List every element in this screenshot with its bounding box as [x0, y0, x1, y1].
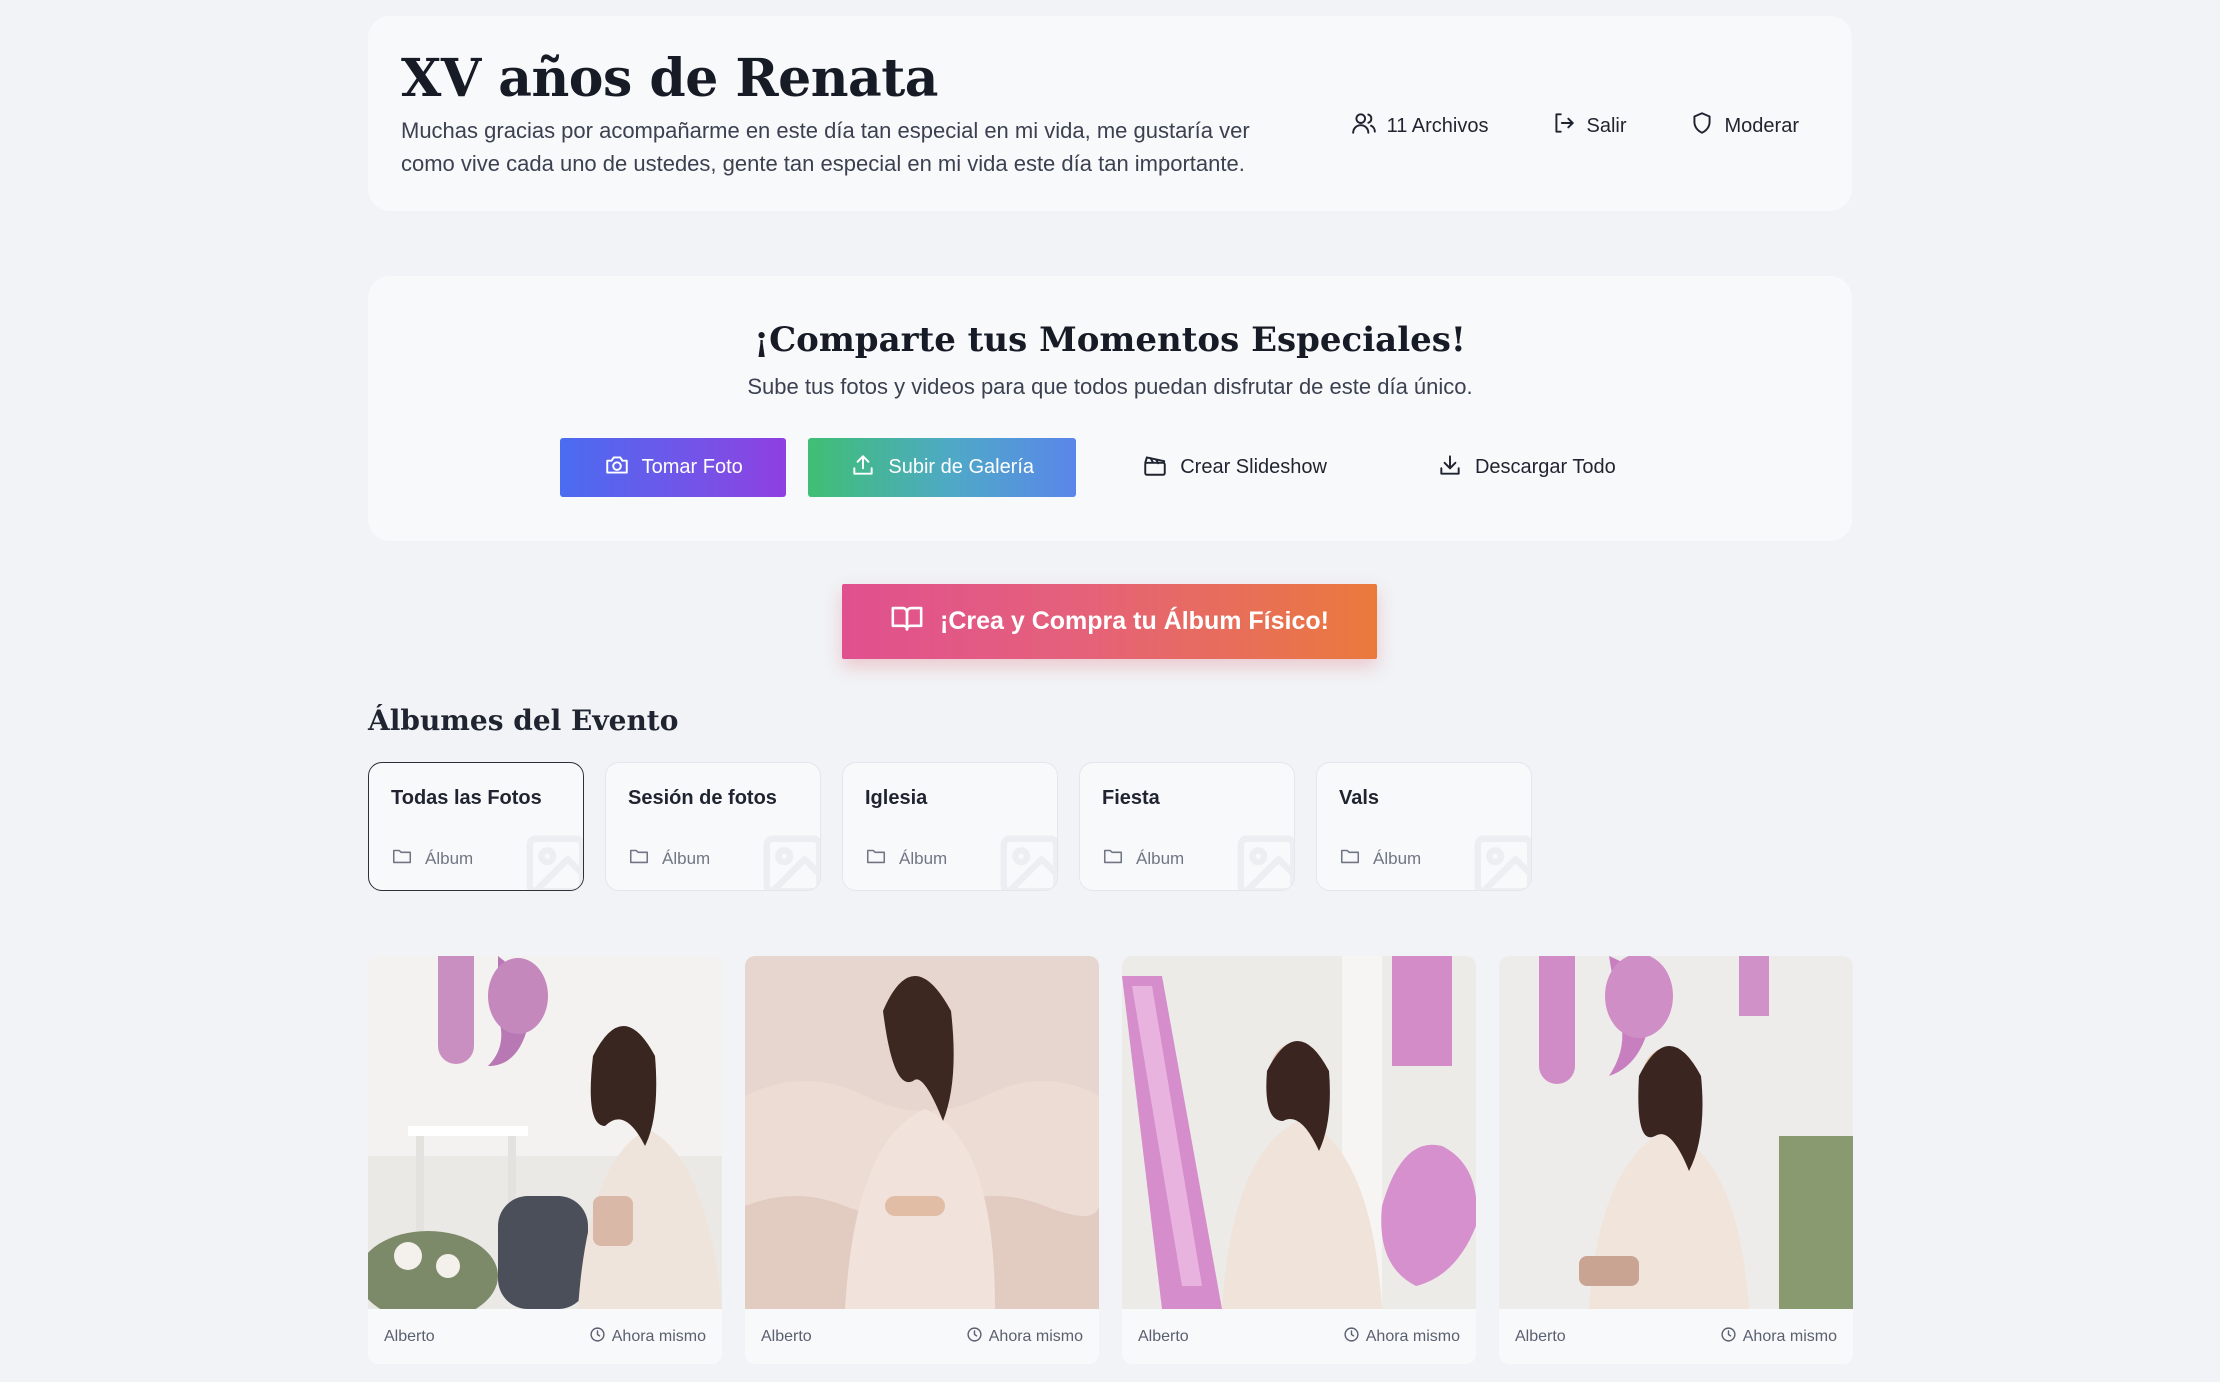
folder-icon	[1102, 845, 1124, 872]
photo-time-label: Ahora mismo	[1742, 1327, 1837, 1345]
image-placeholder-icon	[521, 830, 583, 890]
logout-icon	[1551, 110, 1577, 142]
photo-card[interactable]: Alberto Ahora mismo	[1499, 956, 1853, 1364]
upload-actions: Tomar Foto Subir de Galería Crear Slides…	[368, 438, 1852, 497]
users-icon	[1351, 110, 1377, 142]
logout-label: Salir	[1586, 114, 1627, 137]
upload-subtitle: Sube tus fotos y videos para que todos p…	[747, 374, 1473, 399]
folder-icon	[865, 845, 887, 872]
image-placeholder-icon	[758, 830, 820, 890]
folder-icon	[391, 845, 413, 872]
album-list: Todas las Fotos Álbum Sesión de fotos Ál…	[368, 762, 1532, 891]
photo-author: Alberto	[1138, 1327, 1189, 1345]
album-name: Sesión de fotos	[628, 787, 777, 809]
photo-card[interactable]: Alberto Ahora mismo	[1122, 956, 1476, 1364]
event-title: XV años de Renata	[401, 48, 938, 109]
album-card-sesion-de-fotos[interactable]: Sesión de fotos Álbum	[605, 762, 821, 891]
clock-icon	[589, 1326, 606, 1348]
album-card-todas-las-fotos[interactable]: Todas las Fotos Álbum	[368, 762, 584, 891]
photo-footer: Alberto Ahora mismo	[1499, 1309, 1853, 1364]
photo-footer: Alberto Ahora mismo	[1122, 1309, 1476, 1364]
photo-author: Alberto	[761, 1327, 812, 1345]
header-actions: 11 Archivos Salir Moderar	[1332, 96, 1817, 156]
album-meta: Álbum	[865, 845, 947, 872]
clapperboard-icon	[1142, 452, 1168, 484]
logout-button[interactable]: Salir	[1532, 96, 1645, 156]
download-all-button[interactable]: Descargar Todo	[1392, 438, 1660, 497]
upload-gallery-label: Subir de Galería	[888, 456, 1035, 478]
image-placeholder-icon	[995, 830, 1057, 890]
photo-time-label: Ahora mismo	[988, 1327, 1083, 1345]
photo-footer: Alberto Ahora mismo	[368, 1309, 722, 1364]
clock-icon	[1720, 1326, 1737, 1348]
album-type: Álbum	[1373, 848, 1422, 868]
photo-author: Alberto	[1515, 1327, 1566, 1345]
photo-card[interactable]: Alberto Ahora mismo	[745, 956, 1099, 1364]
upload-section: ¡Comparte tus Momentos Especiales! Sube …	[368, 276, 1852, 541]
upload-title: ¡Comparte tus Momentos Especiales!	[754, 320, 1466, 360]
camera-icon	[604, 452, 630, 484]
slideshow-button[interactable]: Crear Slideshow	[1098, 438, 1371, 497]
photo-footer: Alberto Ahora mismo	[745, 1309, 1099, 1364]
album-type: Álbum	[425, 848, 474, 868]
download-icon	[1437, 452, 1463, 484]
album-meta: Álbum	[1102, 845, 1184, 872]
album-meta: Álbum	[391, 845, 473, 872]
event-header: XV años de Renata Muchas gracias por aco…	[368, 16, 1852, 211]
album-type: Álbum	[662, 848, 711, 868]
photo-image[interactable]	[1122, 956, 1476, 1309]
album-meta: Álbum	[628, 845, 710, 872]
album-name: Todas las Fotos	[391, 787, 542, 809]
slideshow-label: Crear Slideshow	[1180, 456, 1327, 478]
clock-icon	[1343, 1326, 1360, 1348]
photo-image[interactable]	[1499, 956, 1853, 1309]
album-name: Vals	[1339, 787, 1380, 809]
image-placeholder-icon	[1232, 830, 1294, 890]
photo-image[interactable]	[745, 956, 1099, 1309]
folder-icon	[628, 845, 650, 872]
photo-image[interactable]	[368, 956, 722, 1309]
event-description: Muchas gracias por acompañarme en este d…	[401, 118, 1250, 176]
photo-grid: Alberto Ahora mismo Alberto Ahora mismo …	[368, 956, 1853, 1364]
files-button[interactable]: 11 Archivos	[1332, 96, 1507, 156]
moderate-label: Moderar	[1724, 114, 1799, 137]
take-photo-button[interactable]: Tomar Foto	[560, 438, 787, 497]
photo-time: Ahora mismo	[966, 1326, 1083, 1348]
book-open-icon	[890, 601, 924, 642]
download-all-label: Descargar Todo	[1474, 456, 1616, 478]
album-name: Iglesia	[865, 787, 928, 809]
photo-card[interactable]: Alberto Ahora mismo	[368, 956, 722, 1364]
album-meta: Álbum	[1339, 845, 1421, 872]
shield-icon	[1689, 110, 1715, 142]
take-photo-label: Tomar Foto	[641, 456, 743, 478]
album-card-iglesia[interactable]: Iglesia Álbum	[842, 762, 1058, 891]
photo-time-label: Ahora mismo	[1365, 1327, 1460, 1345]
photo-time: Ahora mismo	[1343, 1326, 1460, 1348]
photo-time-label: Ahora mismo	[611, 1327, 706, 1345]
album-name: Fiesta	[1102, 787, 1160, 809]
files-label: 11 Archivos	[1386, 114, 1489, 137]
album-card-fiesta[interactable]: Fiesta Álbum	[1079, 762, 1295, 891]
albums-section-title: Álbumes del Evento	[368, 704, 679, 737]
album-type: Álbum	[1136, 848, 1185, 868]
image-placeholder-icon	[1469, 830, 1531, 890]
photo-time: Ahora mismo	[589, 1326, 706, 1348]
album-card-vals[interactable]: Vals Álbum	[1316, 762, 1532, 891]
buy-album-button[interactable]: ¡Crea y Compra tu Álbum Físico!	[842, 584, 1377, 659]
folder-icon	[1339, 845, 1361, 872]
album-type: Álbum	[899, 848, 948, 868]
upload-icon	[850, 452, 876, 484]
buy-album-label: ¡Crea y Compra tu Álbum Físico!	[940, 607, 1329, 635]
moderate-button[interactable]: Moderar	[1670, 96, 1817, 156]
photo-time: Ahora mismo	[1720, 1326, 1837, 1348]
photo-author: Alberto	[384, 1327, 435, 1345]
upload-gallery-button[interactable]: Subir de Galería	[808, 438, 1077, 497]
clock-icon	[966, 1326, 983, 1348]
